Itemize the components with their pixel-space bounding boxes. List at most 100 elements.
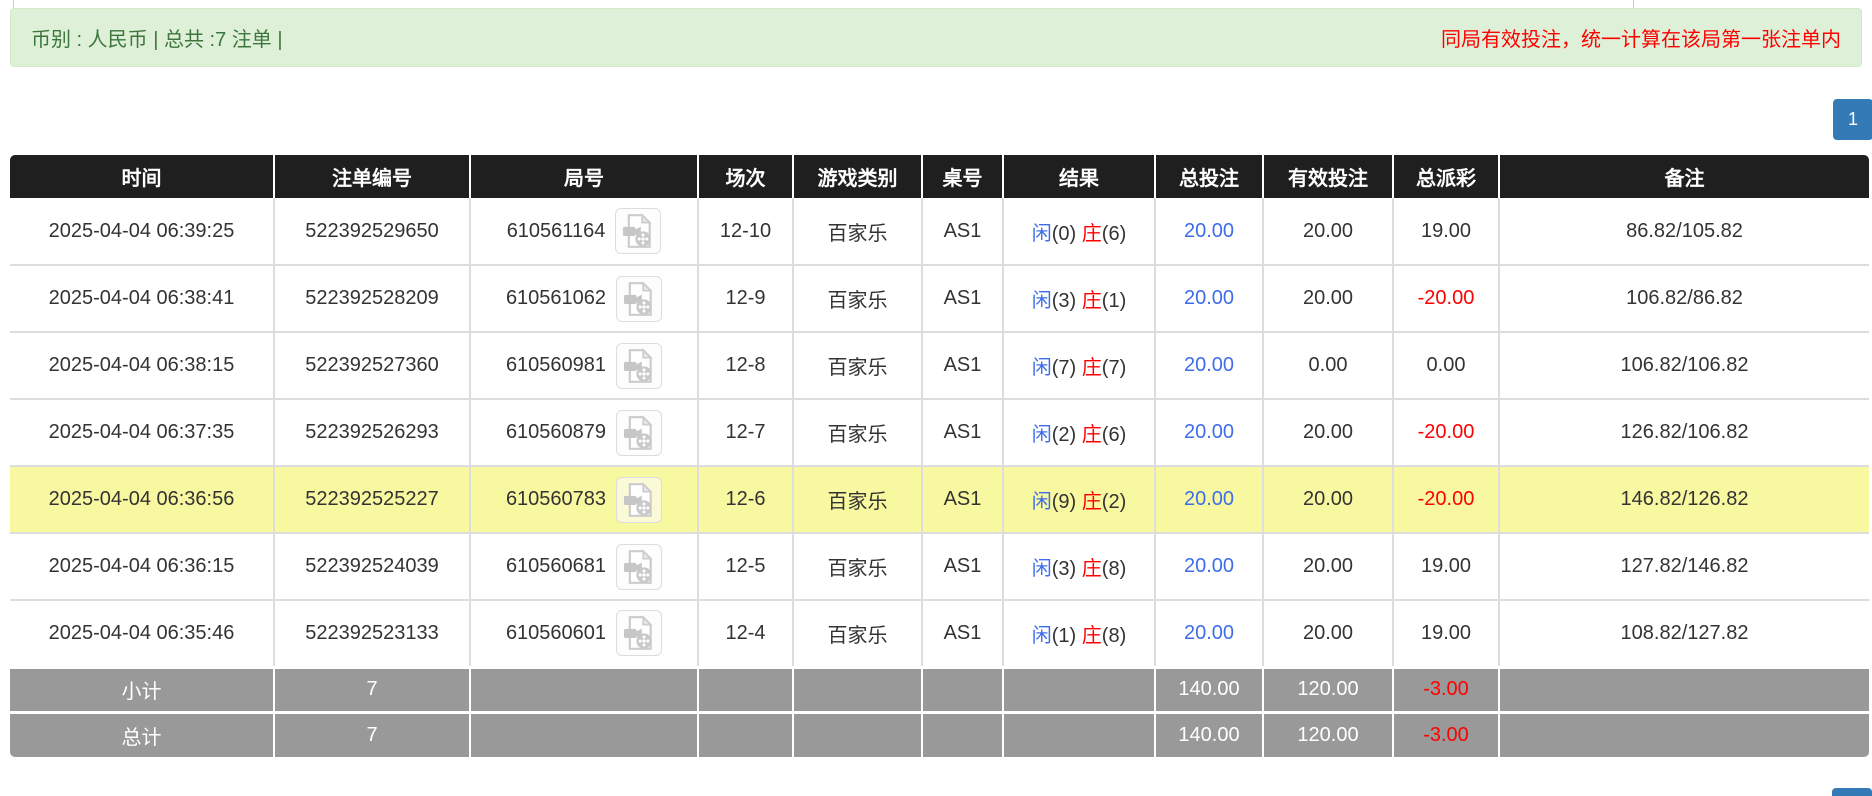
cell-bet-id: 522392524039 <box>274 533 471 601</box>
cell-game-type: 百家乐 <box>793 332 923 400</box>
cell-bet-id: 522392527360 <box>274 332 471 400</box>
header-round: 局号 <box>470 155 699 198</box>
subtotal-payout: -3.00 <box>1393 665 1500 712</box>
cell-result: 闲(7) 庄(7) <box>1003 332 1156 400</box>
player-result-label: 闲 <box>1031 357 1052 379</box>
total-valid-bet: 120.00 <box>1263 710 1394 757</box>
player-result-label: 闲 <box>1031 290 1052 312</box>
cell-bet-id: 522392529650 <box>274 198 471 266</box>
banker-result-label: 庄 <box>1081 491 1102 513</box>
player-result-label: 闲 <box>1031 491 1052 513</box>
cell-round: 610560681 <box>470 533 699 601</box>
banker-result-label: 庄 <box>1081 357 1102 379</box>
cell-time: 2025-04-04 06:38:15 <box>10 332 275 400</box>
cell-round: 610561164 <box>470 198 699 266</box>
cell-table-no: AS1 <box>922 600 1004 668</box>
video-replay-button[interactable] <box>616 342 663 389</box>
cell-game-type: 百家乐 <box>793 265 923 333</box>
video-replay-icon <box>624 481 653 517</box>
table-row: 2025-04-04 06:36:15 522392524039 610560681… <box>10 533 1869 601</box>
cell-table-no: AS1 <box>922 399 1004 467</box>
table-footer: 小计 7 140.00 120.00 -3.00 总计 7 140.00 120… <box>10 665 1869 757</box>
video-replay-button[interactable] <box>616 409 663 456</box>
cell-table-no: AS1 <box>922 332 1004 400</box>
header-session: 场次 <box>698 155 794 198</box>
round-number: 610560879 <box>505 421 607 443</box>
subtotal-count: 7 <box>274 665 471 712</box>
round-number: 610560681 <box>505 555 607 577</box>
cell-valid-bet: 20.00 <box>1263 198 1394 266</box>
header-total-bet: 总投注 <box>1155 155 1264 198</box>
video-replay-button[interactable] <box>616 610 663 657</box>
cell-round: 610560783 <box>470 466 699 534</box>
total-count: 7 <box>274 710 471 757</box>
cell-bet-id: 522392526293 <box>274 399 471 467</box>
betting-records-screen: 币别 : 人民币 | 总共 :7 注单 | 同局有效投注，统一计算在该局第一张注… <box>0 0 1872 796</box>
cell-game-type: 百家乐 <box>793 466 923 534</box>
cell-payout: -20.00 <box>1393 265 1500 333</box>
total-bet-link[interactable]: 20.00 <box>1184 354 1234 376</box>
round-number: 610560783 <box>505 488 607 510</box>
cell-round: 610560879 <box>470 399 699 467</box>
round-number: 610560601 <box>505 621 607 644</box>
banker-result-label: 庄 <box>1081 424 1102 446</box>
cell-game-type: 百家乐 <box>793 198 923 266</box>
total-bet-link[interactable]: 20.00 <box>1184 622 1234 644</box>
cell-total-bet: 20.00 <box>1155 533 1264 601</box>
header-note: 备注 <box>1499 155 1869 198</box>
video-replay-button[interactable] <box>615 208 662 254</box>
header-valid-bet: 有效投注 <box>1263 155 1394 198</box>
round-number: 610560981 <box>505 354 607 376</box>
table-row: 2025-04-04 06:38:15 522392527360 610560981… <box>10 332 1869 400</box>
bet-records-table: 时间 注单编号 局号 场次 游戏类别 桌号 结果 总投注 有效投注 总派彩 备注… <box>10 155 1869 757</box>
cell-total-bet: 20.00 <box>1155 466 1264 534</box>
header-payout: 总派彩 <box>1393 155 1500 198</box>
player-result-label: 闲 <box>1031 424 1052 446</box>
total-bet-link[interactable]: 20.00 <box>1184 287 1234 309</box>
cell-note: 146.82/126.82 <box>1499 466 1869 534</box>
cell-valid-bet: 20.00 <box>1263 399 1394 467</box>
video-replay-button[interactable] <box>616 275 663 322</box>
total-bet-link[interactable]: 20.00 <box>1184 220 1234 242</box>
pagination-button-cutoff[interactable] <box>1832 788 1872 796</box>
cell-session: 12-4 <box>698 600 794 668</box>
header-game-type: 游戏类别 <box>793 155 923 198</box>
video-replay-button[interactable] <box>616 476 663 523</box>
total-bet-link[interactable]: 20.00 <box>1184 421 1234 443</box>
cell-game-type: 百家乐 <box>793 600 923 668</box>
cell-table-no: AS1 <box>922 198 1004 266</box>
cell-total-bet: 20.00 <box>1155 600 1264 668</box>
cell-session: 12-9 <box>698 265 794 333</box>
round-number: 610561164 <box>506 219 606 242</box>
summary-alert-bar: 币别 : 人民币 | 总共 :7 注单 | 同局有效投注，统一计算在该局第一张注… <box>10 8 1862 67</box>
table-row: 2025-04-04 06:35:46 522392523133 610560601… <box>10 600 1869 668</box>
cell-payout: -20.00 <box>1393 399 1500 467</box>
cell-note: 126.82/106.82 <box>1499 399 1869 467</box>
table-row: 2025-04-04 06:38:41 522392528209 610561062… <box>10 265 1869 333</box>
cell-time: 2025-04-04 06:38:41 <box>10 265 275 333</box>
cell-bet-id: 522392523133 <box>274 600 471 668</box>
pagination-page-1-button[interactable]: 1 <box>1833 99 1872 140</box>
cell-note: 106.82/106.82 <box>1499 332 1869 400</box>
table-header: 时间 注单编号 局号 场次 游戏类别 桌号 结果 总投注 有效投注 总派彩 备注 <box>10 155 1869 198</box>
cell-table-no: AS1 <box>922 466 1004 534</box>
video-replay-button[interactable] <box>616 543 663 590</box>
subtotal-label: 小计 <box>10 665 275 712</box>
cell-valid-bet: 0.00 <box>1263 332 1394 400</box>
cell-total-bet: 20.00 <box>1155 332 1264 400</box>
video-replay-icon <box>623 213 652 248</box>
cell-session: 12-6 <box>698 466 794 534</box>
cell-session: 12-7 <box>698 399 794 467</box>
table-row: 2025-04-04 06:37:35 522392526293 610560879… <box>10 399 1869 467</box>
cell-session: 12-8 <box>698 332 794 400</box>
cell-payout: 0.00 <box>1393 332 1500 400</box>
cell-result: 闲(0) 庄(6) <box>1003 198 1156 266</box>
cell-bet-id: 522392528209 <box>274 265 471 333</box>
total-bet-link[interactable]: 20.00 <box>1184 488 1234 510</box>
total-bet-link[interactable]: 20.00 <box>1184 555 1234 577</box>
cell-payout: 19.00 <box>1393 533 1500 601</box>
player-result-label: 闲 <box>1031 222 1052 245</box>
header-table-no: 桌号 <box>922 155 1004 198</box>
cell-total-bet: 20.00 <box>1155 399 1264 467</box>
cell-valid-bet: 20.00 <box>1263 466 1394 534</box>
